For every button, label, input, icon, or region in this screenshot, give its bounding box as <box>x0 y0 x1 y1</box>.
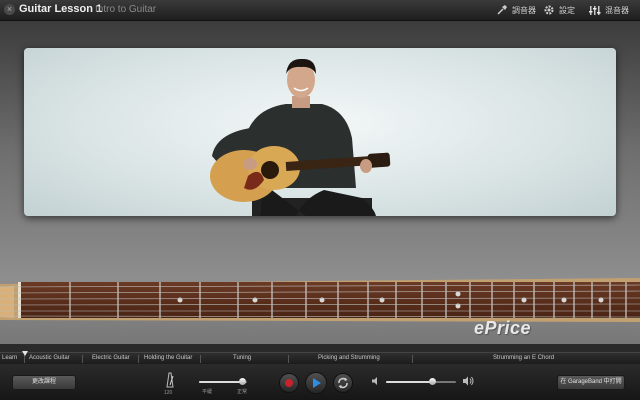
open-in-garageband-button[interactable]: 在 GarageBand 中打開 <box>557 375 625 390</box>
mixer-button[interactable]: 混音器 <box>589 3 629 17</box>
chapter-strumming-an-e-chord[interactable]: Strumming an E Chord <box>493 355 554 361</box>
gear-icon <box>544 5 554 15</box>
loop-icon <box>338 377 348 389</box>
play-button[interactable] <box>305 372 327 394</box>
playback-controls: 更改課程 120 平緩 正常 在 GarageBand 中打開 <box>0 364 640 400</box>
tempo-slow-label: 平緩 <box>202 389 213 395</box>
volume-low-icon <box>372 377 377 385</box>
chapter-divider <box>200 355 201 363</box>
title-bar: × Guitar Lesson 1 Intro to Guitar 調音器 設定… <box>0 0 640 21</box>
change-lesson-button[interactable]: 更改課程 <box>12 375 76 390</box>
volume-high-icon <box>463 376 474 386</box>
tuner-icon <box>497 5 507 15</box>
chapter-divider <box>24 355 25 363</box>
metronome-icon[interactable] <box>164 372 176 388</box>
metronome-value: 120 <box>164 390 173 396</box>
chapter-electric-guitar[interactable]: Electric Guitar <box>92 355 130 361</box>
chapter-divider <box>138 355 139 363</box>
chapter-learn[interactable]: Learn <box>2 355 17 361</box>
volume-slider-knob[interactable] <box>429 378 436 385</box>
timeline-playhead[interactable] <box>22 351 28 356</box>
video-panel[interactable] <box>24 48 616 216</box>
guitar-fretboard <box>0 278 640 322</box>
tuner-label: 調音器 <box>512 5 536 15</box>
chapter-picking-and-strumming[interactable]: Picking and Strumming <box>318 355 380 361</box>
lesson-title: Guitar Lesson 1 <box>19 3 103 15</box>
tempo-slider-fill <box>199 381 242 383</box>
lesson-subtitle: Intro to Guitar <box>95 4 157 15</box>
record-icon <box>285 379 293 387</box>
tempo-slider-knob[interactable] <box>239 378 246 385</box>
instructor-video-image <box>210 58 391 216</box>
tuner-button[interactable]: 調音器 <box>496 3 536 17</box>
volume-slider-fill <box>386 381 432 383</box>
chapter-divider <box>82 355 83 363</box>
eprice-watermark: ePrice <box>474 318 532 338</box>
mixer-icon <box>589 6 601 15</box>
chapter-holding-the-guitar[interactable]: Holding the Guitar <box>144 355 192 361</box>
settings-label: 設定 <box>559 5 575 15</box>
settings-button[interactable]: 設定 <box>543 3 575 17</box>
chapter-divider <box>288 355 289 363</box>
loop-button[interactable] <box>333 373 353 393</box>
tempo-normal-label: 正常 <box>237 389 248 395</box>
close-icon[interactable]: × <box>4 4 15 15</box>
mixer-label: 混音器 <box>605 5 629 15</box>
chapter-acoustic-guitar[interactable]: Acoustic Guitar <box>29 355 70 361</box>
play-icon <box>313 378 321 388</box>
chapter-tuning[interactable]: Tuning <box>233 355 251 361</box>
record-button[interactable] <box>279 373 299 393</box>
chapter-divider <box>412 355 413 363</box>
